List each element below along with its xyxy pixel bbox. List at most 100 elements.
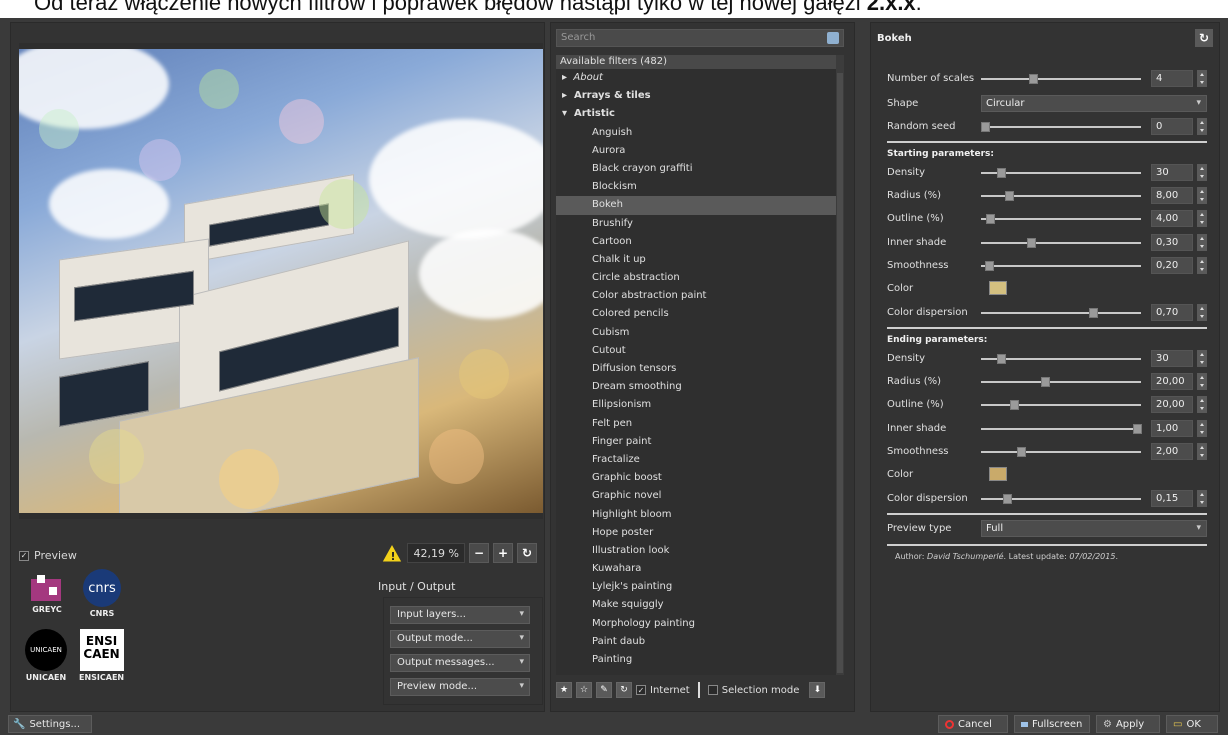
spinbox-arrows[interactable] — [1197, 373, 1207, 390]
filter-item[interactable]: Blockism — [556, 178, 844, 196]
slider-knob[interactable] — [981, 122, 990, 132]
filter-item[interactable]: Anguish — [556, 124, 844, 142]
slider-knob[interactable] — [1003, 494, 1012, 504]
clear-search-icon[interactable] — [827, 32, 839, 44]
filter-item[interactable]: Morphology painting — [556, 615, 844, 633]
filter-item[interactable]: Painting — [556, 651, 844, 669]
io-group: Input layers... Output mode... Output me… — [383, 597, 543, 705]
filter-item[interactable]: Finger paint — [556, 433, 844, 451]
spinbox-arrows[interactable] — [1197, 210, 1207, 227]
remove-fave-icon[interactable]: ☆ — [576, 682, 592, 698]
filter-item[interactable]: Color abstraction paint — [556, 287, 844, 305]
spinbox-arrows[interactable] — [1197, 490, 1207, 507]
preview-checkbox[interactable]: ✓ Preview — [19, 549, 77, 562]
filter-item[interactable]: Colored pencils — [556, 305, 844, 323]
slider-knob[interactable] — [1017, 447, 1026, 457]
fullscreen-button[interactable]: Fullscreen — [1014, 715, 1090, 733]
rename-fave-icon[interactable]: ✎ — [596, 682, 612, 698]
internet-checkbox[interactable]: ✓ — [636, 685, 646, 695]
internet-label: Internet — [650, 684, 690, 696]
slider-knob[interactable] — [1089, 308, 1098, 318]
spinbox-arrows[interactable] — [1197, 350, 1207, 367]
spinbox-arrows[interactable] — [1197, 70, 1207, 87]
color-swatch[interactable] — [989, 281, 1007, 295]
slider-knob[interactable] — [985, 261, 994, 271]
shape-select[interactable]: Circular — [981, 95, 1207, 112]
zoom-out-button[interactable]: − — [469, 543, 489, 563]
filter-item[interactable]: Highlight bloom — [556, 506, 844, 524]
filter-item[interactable]: Make squiggly — [556, 596, 844, 614]
filter-item[interactable]: Felt pen — [556, 415, 844, 433]
filter-scrollbar[interactable] — [836, 55, 844, 675]
svg-text:!: ! — [391, 550, 396, 563]
selection-mode-checkbox[interactable] — [707, 685, 718, 695]
cancel-button[interactable]: Cancel — [938, 715, 1008, 733]
output-mode-select[interactable]: Output mode... — [390, 630, 530, 648]
filter-item[interactable]: Hope poster — [556, 524, 844, 542]
reset-zoom-button[interactable]: ↻ — [517, 543, 537, 563]
search-input[interactable]: Search — [556, 29, 844, 47]
spinbox-arrows[interactable] — [1197, 164, 1207, 181]
filter-item[interactable]: Brushify — [556, 215, 844, 233]
param-start-outline: Outline (%) 4,00 — [879, 210, 1209, 228]
greyc-logo: GREYC — [27, 573, 67, 614]
spinbox-arrows[interactable] — [1197, 304, 1207, 321]
slider-knob[interactable] — [997, 354, 1006, 364]
filter-item[interactable]: Bokeh — [556, 196, 844, 215]
category-artistic[interactable]: ▾ Artistic — [556, 105, 844, 123]
reset-params-button[interactable]: ↻ — [1195, 29, 1213, 47]
filter-item[interactable]: Dream smoothing — [556, 378, 844, 396]
slider-knob[interactable] — [997, 168, 1006, 178]
slider-knob[interactable] — [1029, 74, 1038, 84]
param-end-color: Color — [879, 466, 1209, 484]
filter-item[interactable]: Diffusion tensors — [556, 360, 844, 378]
spinbox-arrows[interactable] — [1197, 443, 1207, 460]
spinbox-arrows[interactable] — [1197, 257, 1207, 274]
add-fave-icon[interactable]: ★ — [556, 682, 572, 698]
preview-image[interactable] — [19, 49, 543, 513]
filter-item[interactable]: Chalk it up — [556, 251, 844, 269]
output-messages-select[interactable]: Output messages... — [390, 654, 530, 672]
filter-item[interactable]: Aurora — [556, 142, 844, 160]
slider-knob[interactable] — [1005, 191, 1014, 201]
zoom-in-button[interactable]: + — [493, 543, 513, 563]
filter-item[interactable]: Graphic novel — [556, 487, 844, 505]
zoom-level[interactable]: 42,19 % — [407, 543, 465, 563]
filter-item[interactable]: Cutout — [556, 342, 844, 360]
param-preview-type: Preview type Full — [879, 520, 1209, 538]
slider-knob[interactable] — [1010, 400, 1019, 410]
slider-knob[interactable] — [986, 214, 995, 224]
slider-knob[interactable] — [1133, 424, 1142, 434]
filter-item[interactable]: Fractalize — [556, 451, 844, 469]
filter-item[interactable]: Black crayon graffiti — [556, 160, 844, 178]
filter-item[interactable]: Illustration look — [556, 542, 844, 560]
filter-item[interactable]: Circle abstraction — [556, 269, 844, 287]
warning-icon[interactable]: ! — [381, 542, 403, 563]
preview-type-select[interactable]: Full — [981, 520, 1207, 537]
ok-button[interactable]: ▭ OK — [1166, 715, 1218, 733]
category-about[interactable]: ▸ About — [556, 69, 844, 87]
color-swatch[interactable] — [989, 467, 1007, 481]
filter-item[interactable]: Cartoon — [556, 233, 844, 251]
slider-knob[interactable] — [1027, 238, 1036, 248]
slider-knob[interactable] — [1041, 377, 1050, 387]
input-layers-select[interactable]: Input layers... — [390, 606, 530, 624]
spinbox-arrows[interactable] — [1197, 118, 1207, 135]
filter-item[interactable]: Kuwahara — [556, 560, 844, 578]
settings-button[interactable]: 🔧 Settings... — [8, 715, 92, 733]
spinbox-arrows[interactable] — [1197, 187, 1207, 204]
filter-item[interactable]: Cubism — [556, 324, 844, 342]
preview-mode-select[interactable]: Preview mode... — [390, 678, 530, 696]
category-arrays-tiles[interactable]: ▸ Arrays & tiles — [556, 87, 844, 105]
spinbox-arrows[interactable] — [1197, 234, 1207, 251]
filter-item[interactable]: Ellipsionism — [556, 396, 844, 414]
param-start-color-dispersion: Color dispersion 0,70 — [879, 304, 1209, 322]
refresh-filters-icon[interactable]: ↻ — [616, 682, 632, 698]
download-icon[interactable]: ⬇ — [809, 682, 826, 698]
spinbox-arrows[interactable] — [1197, 396, 1207, 413]
filter-item[interactable]: Paint daub — [556, 633, 844, 651]
filter-item[interactable]: Lylejk's painting — [556, 578, 844, 596]
spinbox-arrows[interactable] — [1197, 420, 1207, 437]
apply-button[interactable]: ⚙ Apply — [1096, 715, 1160, 733]
filter-item[interactable]: Graphic boost — [556, 469, 844, 487]
